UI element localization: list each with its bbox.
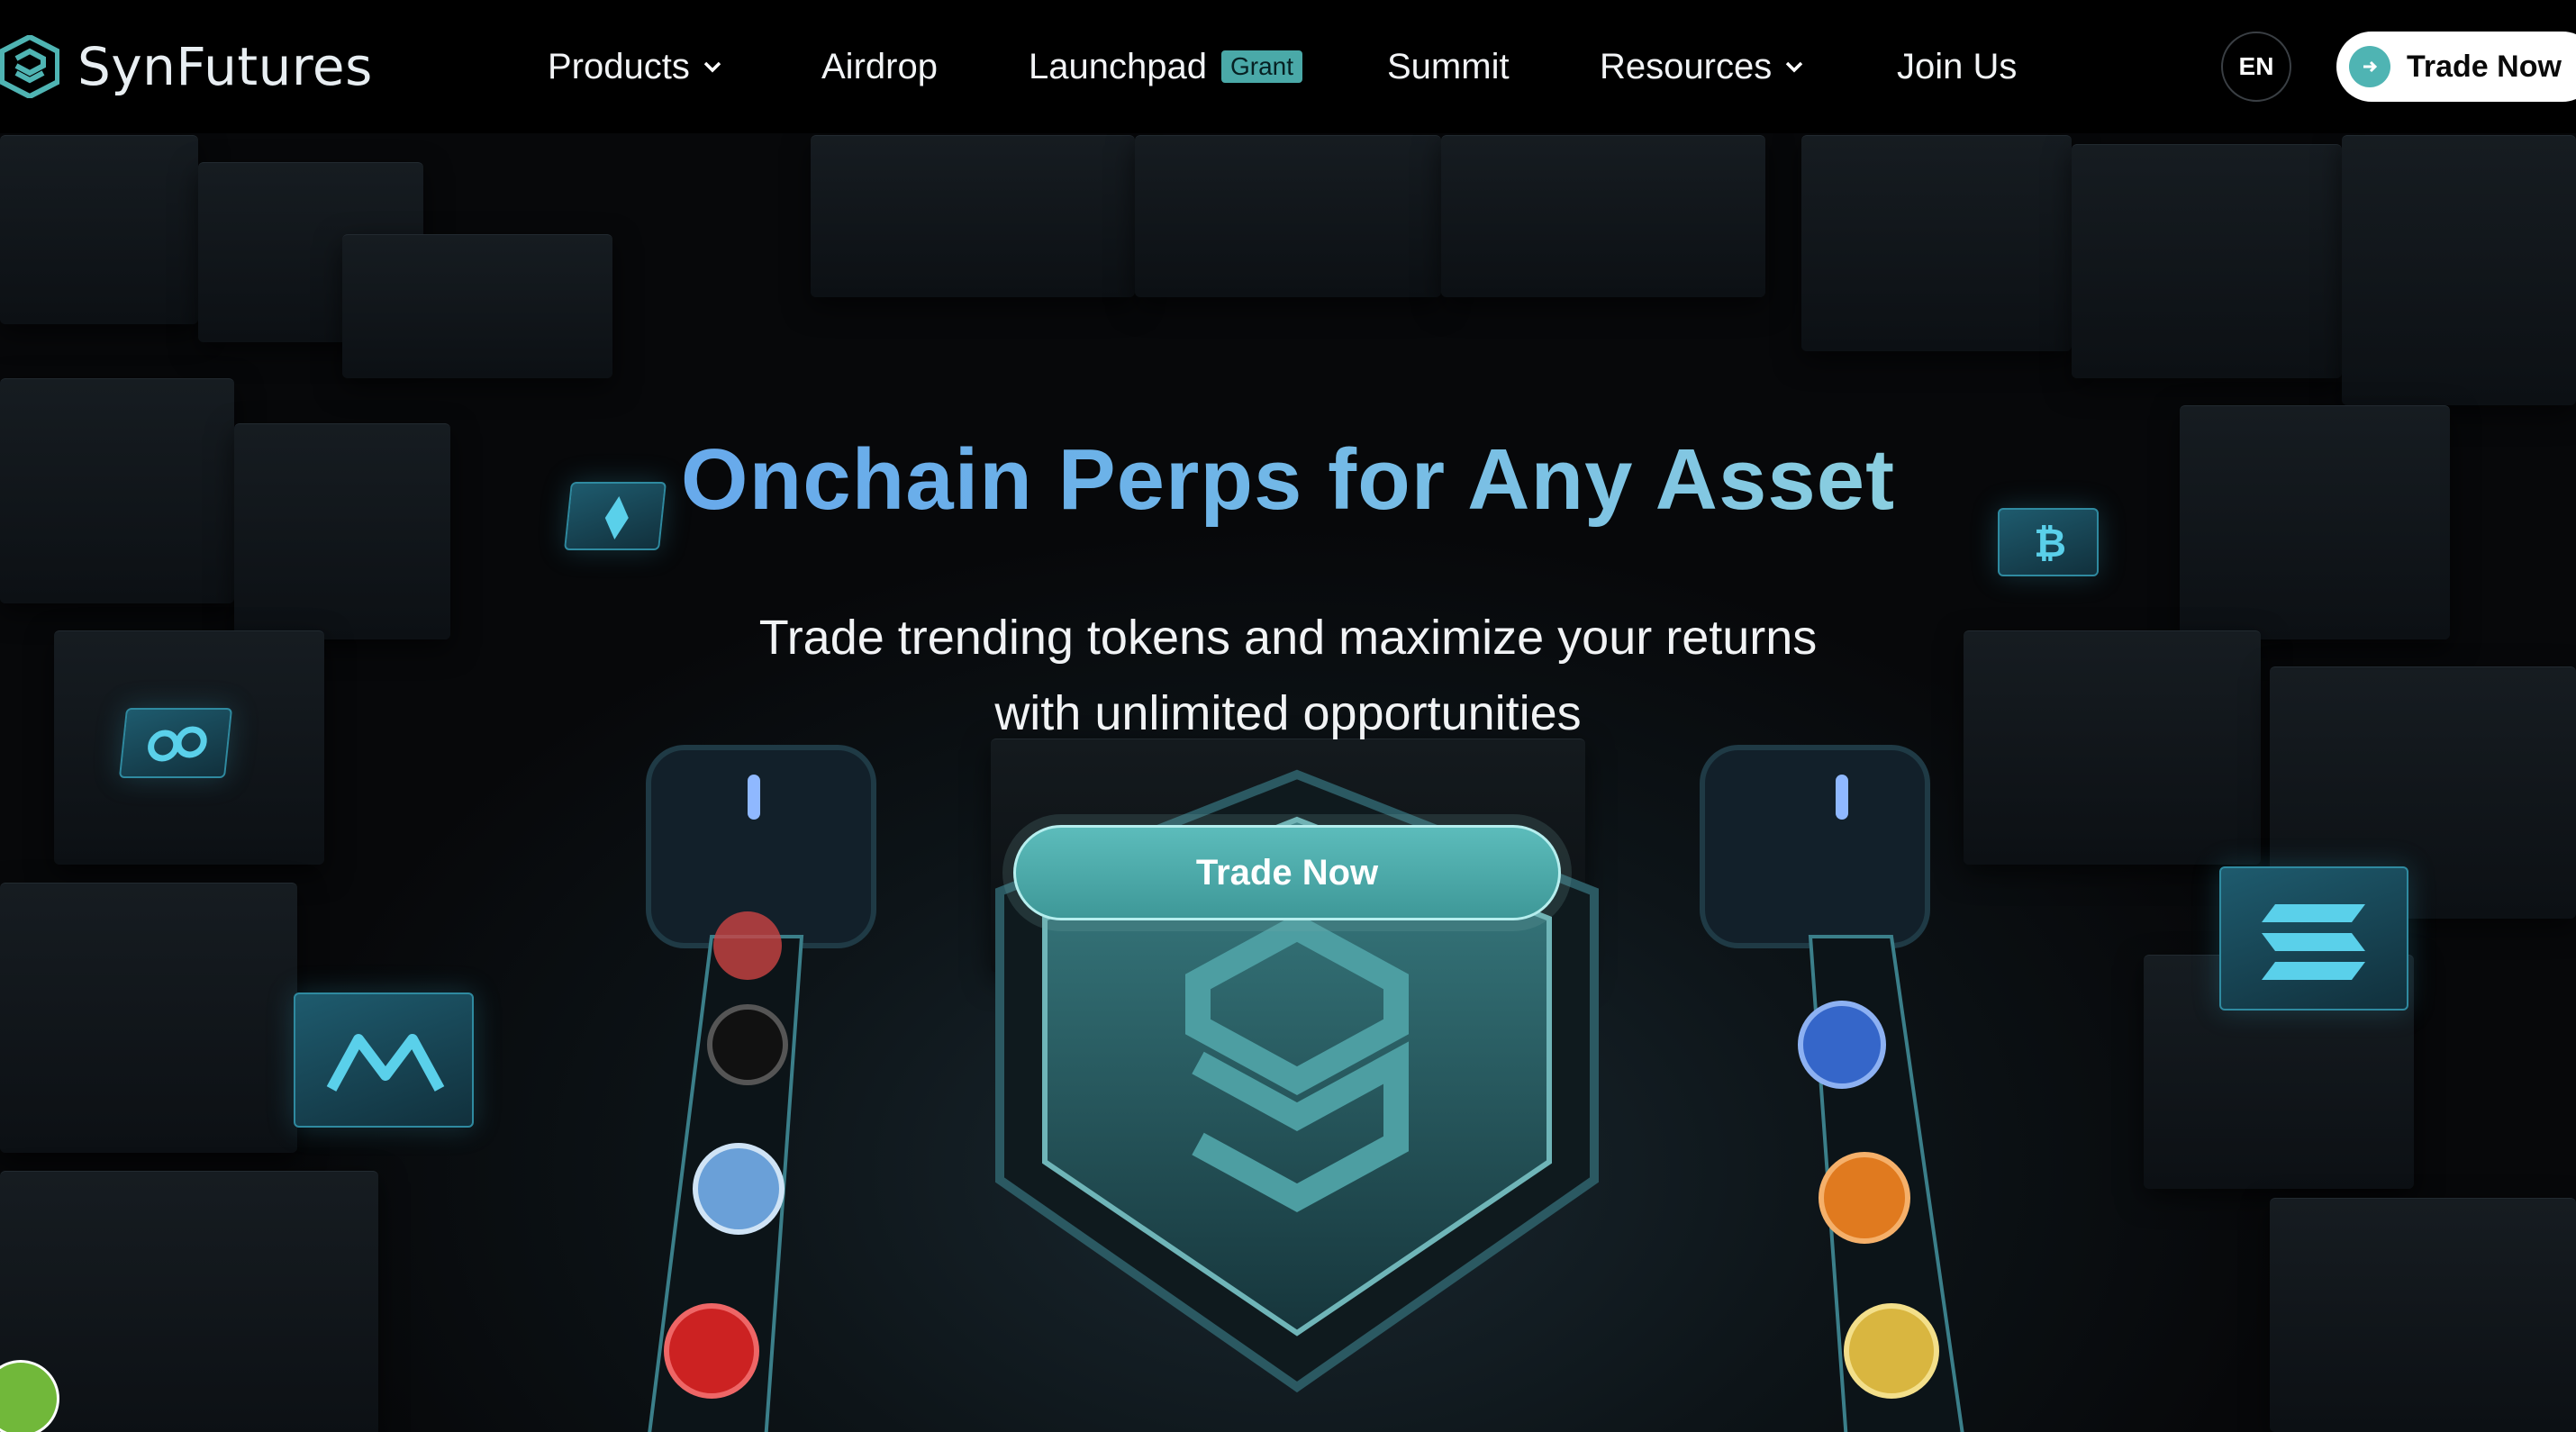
nav-summit-label: Summit: [1387, 46, 1510, 86]
grant-badge: Grant: [1220, 50, 1302, 83]
bg-tile: [342, 234, 612, 378]
bg-tile: [2072, 144, 2342, 378]
header-trade-now-label: Trade Now: [2407, 49, 2562, 84]
bg-tile: [0, 883, 297, 1153]
polygon-icon: [118, 708, 233, 778]
brand-logo[interactable]: SynFutures: [0, 31, 373, 103]
bg-tile: [2270, 1198, 2576, 1432]
arrow-right-icon: [2349, 46, 2390, 87]
bg-tile: [1964, 630, 2261, 865]
chevron-down-icon: [703, 61, 721, 73]
nav-airdrop-label: Airdrop: [821, 46, 938, 86]
brand-name: SynFutures: [77, 36, 373, 97]
nav-join-us[interactable]: Join Us: [1897, 43, 2017, 90]
right-token-conveyor: [1700, 745, 1964, 1432]
nav-join-us-label: Join Us: [1897, 46, 2018, 86]
hero-subtitle-line1: Trade trending tokens and maximize your …: [758, 611, 1818, 665]
nav-launchpad-label: Launchpad: [1029, 46, 1207, 86]
chevron-down-icon: [1785, 61, 1803, 73]
language-selector[interactable]: EN: [2221, 32, 2291, 102]
header-trade-now-button[interactable]: Trade Now: [2336, 32, 2576, 102]
bg-tile: [1135, 135, 1441, 297]
bg-tile: [2342, 135, 2576, 405]
hero-trade-now-button[interactable]: Trade Now: [1013, 825, 1561, 920]
bg-tile: [0, 135, 198, 324]
nav-airdrop[interactable]: Airdrop: [821, 43, 938, 90]
hero-title: Onchain Perps for Any Asset: [0, 431, 2576, 530]
solana-icon: [2219, 866, 2408, 1011]
nav-summit[interactable]: Summit: [1387, 43, 1510, 90]
nav-launchpad[interactable]: Launchpad Grant: [1029, 43, 1302, 90]
bg-tile: [811, 135, 1135, 297]
hero-cta-wrapper: Trade Now: [1002, 814, 1572, 931]
bg-tile: [1441, 135, 1765, 297]
hero-subtitle-line2: with unlimited opportunities: [994, 686, 1582, 740]
axie-icon: [294, 992, 474, 1128]
nav-products-label: Products: [548, 46, 690, 86]
nav-resources-label: Resources: [1600, 46, 1773, 86]
nav-products[interactable]: Products: [548, 43, 724, 90]
nav-resources[interactable]: Resources: [1600, 43, 1806, 90]
synfutures-logo-icon: [0, 35, 59, 98]
left-token-conveyor: [646, 745, 876, 1432]
site-header: SynFutures Products Airdrop Launchpad Gr…: [0, 0, 2576, 133]
hero-subtitle: Trade trending tokens and maximize your …: [703, 600, 1873, 751]
bg-tile: [1801, 135, 2072, 351]
